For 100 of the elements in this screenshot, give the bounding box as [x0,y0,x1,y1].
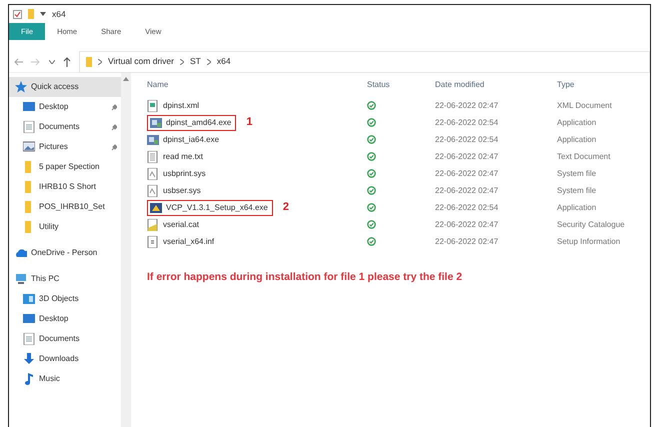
sidebar-label: Documents [39,333,80,345]
window-title: x64 [52,8,66,20]
file-name[interactable]: vserial.cat [163,218,200,230]
back-icon[interactable] [13,58,23,66]
date-modified: 22-06-2022 02:54 [435,116,500,128]
file-type: System file [557,184,598,196]
column-header[interactable]: Date modified [435,79,557,91]
cloud-icon [15,247,27,259]
dropdown-icon[interactable] [40,12,46,16]
callout-number: 1 [246,115,253,130]
breadcrumb[interactable]: x64 [216,55,231,68]
breadcrumb[interactable]: ST [190,55,201,68]
download-icon [23,353,35,365]
sidebar-item[interactable]: Downloads [9,349,121,369]
sidebar-item[interactable]: Documents [9,117,121,137]
date-modified: 22-06-2022 02:47 [435,218,500,230]
file-type: Application [557,202,598,214]
address-bar[interactable]: Virtual com driver ST x64 [79,50,650,72]
sync-ok-icon [367,236,376,246]
sidebar-label: Documents [39,121,80,133]
desktop-icon [23,313,35,325]
sync-ok-icon [367,202,376,212]
application-icon [150,116,162,128]
callout-number: 2 [282,200,289,216]
folder-icon [86,56,92,66]
file-name[interactable]: usbprint.sys [163,168,206,180]
sync-ok-icon [367,186,376,195]
document-icon [23,121,35,133]
sidebar-label: This PC [31,273,60,285]
sidebar-label: Utility [39,221,59,233]
sync-ok-icon [367,168,376,178]
file-type: Application [557,116,598,128]
date-modified: 22-06-2022 02:47 [435,184,500,196]
sidebar-label: 5 paper Spection [39,161,100,173]
scroll-up-icon[interactable] [123,77,129,81]
sidebar-label: Music [39,373,60,385]
sidebar-item[interactable]: OneDrive - Person [9,243,121,263]
sidebar-label: Desktop [39,313,68,325]
sidebar-item[interactable]: IHRB10 S Short [9,177,121,197]
file-name[interactable]: usbser.sys [163,184,201,196]
sidebar-label: IHRB10 S Short [39,181,96,193]
sync-ok-icon [367,134,376,144]
computer-icon [15,273,27,285]
dropdown-icon[interactable] [49,60,55,64]
file-name[interactable]: dpinst_amd64.exe [166,116,232,128]
sidebar-item[interactable]: Quick access [9,77,121,97]
sidebar-item[interactable]: Desktop [9,309,121,329]
file-name[interactable]: dpinst_ia64.exe [163,134,220,146]
column-header[interactable]: Name [147,79,367,91]
sidebar-label: Desktop [39,101,68,113]
sidebar-item[interactable]: Music [9,369,121,389]
date-modified: 22-06-2022 02:54 [435,202,500,214]
sidebar-item[interactable]: 5 paper Spection [9,157,121,177]
sidebar-label: POS_IHRB10_Set [39,201,105,213]
file-name[interactable]: vserial_x64.inf [163,236,214,248]
text-file-icon [147,150,159,162]
sync-ok-icon [367,152,376,161]
desktop-icon [23,101,35,113]
sidebar-item[interactable]: Pictures [9,137,121,157]
file-type: XML Document [557,100,613,112]
pin-icon[interactable] [111,124,117,130]
picture-icon [23,141,35,153]
sidebar-item[interactable]: 3D Objects [9,289,121,309]
column-header[interactable]: Type [557,79,650,91]
sync-ok-icon [367,100,376,110]
document-icon [23,333,35,345]
up-icon[interactable] [63,56,71,66]
application-icon [147,134,159,146]
file-type: System file [557,168,598,180]
sidebar-item[interactable]: POS_IHRB10_Set [9,197,121,217]
sidebar-item[interactable]: Documents [9,329,121,349]
sidebar-item[interactable]: This PC [9,269,121,289]
file-type: Security Catalogue [557,218,626,230]
annotation-text: If error happens during installation for file 1 please try the file 2 [147,270,464,285]
date-modified: 22-06-2022 02:47 [435,100,500,112]
breadcrumb[interactable]: Virtual com driver [108,55,174,68]
pin-icon[interactable] [111,104,117,110]
file-name[interactable]: dpinst.xml [163,100,200,112]
date-modified: 22-06-2022 02:47 [435,168,500,180]
file-type: Setup Information [557,236,622,248]
file-name[interactable]: read me.txt [163,150,204,162]
chevron-icon [180,58,184,64]
file-type: Application [557,134,598,146]
sidebar-label: Downloads [39,353,79,365]
cube-icon [23,293,35,305]
sidebar-label: OneDrive - Person [31,247,98,259]
music-icon [23,373,35,385]
date-modified: 22-06-2022 02:47 [435,150,500,162]
date-modified: 22-06-2022 02:54 [435,134,500,146]
checkbox-icon[interactable] [13,10,22,18]
xml-file-icon [147,100,159,112]
column-header[interactable]: Status [367,79,435,91]
chevron-icon [206,58,211,64]
file-name[interactable]: VCP_V1.3.1_Setup_x64.exe [166,202,268,214]
system-file-icon [147,184,159,196]
file-type: Text Document [557,150,612,162]
sidebar-item[interactable]: Utility [9,217,121,237]
star-icon [15,81,27,93]
sidebar-item[interactable]: Desktop [9,97,121,117]
pin-icon[interactable] [111,144,117,150]
